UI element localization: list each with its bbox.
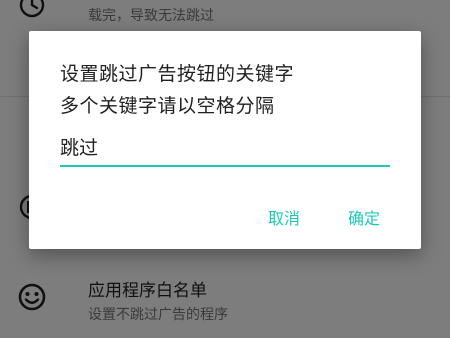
keyword-dialog: 设置跳过广告按钮的关键字 多个关键字请以空格分隔 取消 确定: [29, 31, 421, 249]
input-underline: [60, 165, 390, 167]
dialog-message-line1: 设置跳过广告按钮的关键字: [60, 63, 295, 85]
dialog-message-line2: 多个关键字请以空格分隔: [60, 95, 275, 117]
keyword-field[interactable]: [60, 129, 390, 167]
cancel-button[interactable]: 取消: [266, 201, 302, 233]
confirm-button[interactable]: 确定: [346, 201, 382, 233]
keyword-input[interactable]: [60, 129, 390, 163]
